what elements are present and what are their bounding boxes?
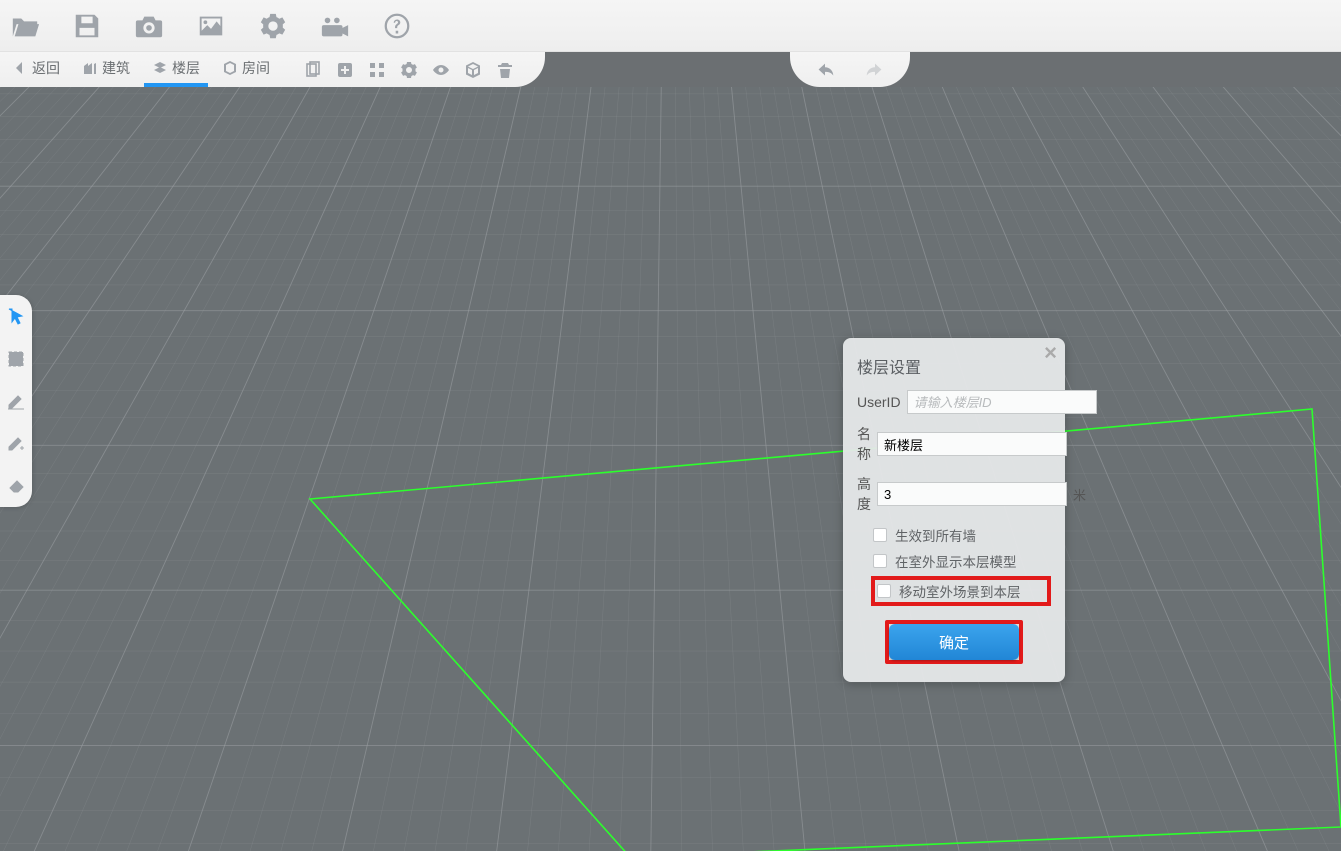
height-input[interactable] [877, 482, 1067, 506]
tab-floor[interactable]: 楼层 [144, 52, 208, 87]
undo-button[interactable] [809, 54, 841, 86]
picture-icon[interactable] [194, 9, 228, 43]
tab-building-label: 建筑 [102, 58, 130, 78]
add-square-icon[interactable] [332, 52, 358, 87]
gear-icon[interactable] [256, 9, 290, 43]
check-show-outside-model[interactable]: 在室外显示本层模型 [871, 550, 1051, 572]
tab-room-label: 房间 [242, 58, 270, 78]
canvas-3d-view[interactable] [0, 87, 1341, 851]
left-tool-panel [0, 295, 32, 507]
draw-add-tool-icon[interactable] [0, 425, 32, 461]
tab-floor-label: 楼层 [172, 58, 200, 78]
trash-icon[interactable] [492, 52, 518, 87]
checkbox-icon [877, 584, 891, 598]
grid-graphic [0, 87, 1341, 851]
height-unit: 米 [1073, 485, 1086, 504]
main-toolbar [0, 0, 1341, 52]
sub-toolbar: 返回 建筑 楼层 房间 [0, 52, 545, 87]
height-label: 高度 [857, 474, 871, 514]
cube-icon[interactable] [460, 52, 486, 87]
cursor-tool-icon[interactable] [0, 299, 32, 335]
eye-icon[interactable] [428, 52, 454, 87]
undo-redo-island [790, 52, 910, 87]
dialog-title: 楼层设置 [857, 354, 1051, 378]
check-apply-all-walls[interactable]: 生效到所有墙 [871, 524, 1051, 546]
check-label: 生效到所有墙 [895, 525, 976, 545]
copy-icon[interactable] [300, 52, 326, 87]
draw-edit-tool-icon[interactable] [0, 383, 32, 419]
open-icon[interactable] [8, 9, 42, 43]
name-input[interactable] [877, 432, 1067, 456]
save-icon[interactable] [70, 9, 104, 43]
eraser-tool-icon[interactable] [0, 467, 32, 503]
gear-small-icon[interactable] [396, 52, 422, 87]
check-label: 移动室外场景到本层 [899, 581, 1021, 601]
userid-input[interactable] [907, 390, 1097, 414]
back-label: 返回 [32, 58, 60, 78]
name-label: 名称 [857, 424, 871, 464]
ok-highlight-box: 确定 [885, 620, 1023, 664]
checkbox-icon [873, 528, 887, 542]
check-move-outdoor-scene[interactable]: 移动室外场景到本层 [871, 576, 1051, 606]
checkbox-icon [873, 554, 887, 568]
ok-button[interactable]: 确定 [889, 624, 1019, 660]
userid-label: UserID [857, 394, 901, 410]
camera-icon[interactable] [132, 9, 166, 43]
grid-tool-icon[interactable] [364, 52, 390, 87]
video-camera-icon[interactable] [318, 9, 352, 43]
check-label: 在室外显示本层模型 [895, 551, 1017, 571]
close-icon[interactable]: × [1044, 342, 1057, 364]
back-button[interactable]: 返回 [4, 52, 68, 87]
tab-building[interactable]: 建筑 [74, 52, 138, 87]
redo-button[interactable] [859, 54, 891, 86]
crop-select-tool-icon[interactable] [0, 341, 32, 377]
help-icon[interactable] [380, 9, 414, 43]
floor-settings-dialog: × 楼层设置 UserID 名称 高度 米 生效到所有墙 在室外显示本层模型 移… [843, 338, 1065, 682]
tab-room[interactable]: 房间 [214, 52, 278, 87]
